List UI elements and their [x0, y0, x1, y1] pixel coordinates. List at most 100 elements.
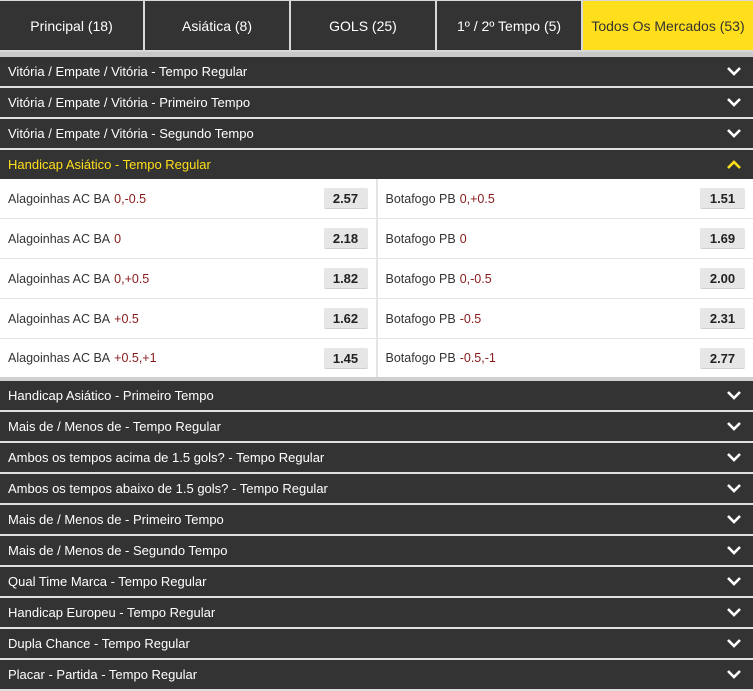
team-name: Botafogo PB [386, 272, 456, 286]
selection-label: Botafogo PB 0,+0.5 [386, 192, 495, 206]
market-header[interactable]: Handicap Europeu - Tempo Regular [0, 598, 753, 629]
market-header[interactable]: Qual Time Marca - Tempo Regular [0, 567, 753, 598]
tab-todos-os-mercados[interactable]: Todos Os Mercados (53) [583, 1, 753, 50]
tab-principal[interactable]: Principal (18) [0, 1, 145, 50]
team-name: Botafogo PB [386, 312, 456, 326]
handicap-value: 0,-0.5 [460, 272, 492, 286]
market-title: Mais de / Menos de - Primeiro Tempo [8, 512, 224, 527]
selection-away[interactable]: Botafogo PB -0.5 2.31 [378, 299, 753, 338]
chevron-down-icon[interactable] [723, 127, 745, 141]
team-name: Alagoinhas AC BA [8, 272, 110, 286]
market-header[interactable]: Dupla Chance - Tempo Regular [0, 629, 753, 660]
market-title: Ambos os tempos acima de 1.5 gols? - Tem… [8, 450, 324, 465]
team-name: Botafogo PB [386, 351, 456, 365]
chevron-down-icon[interactable] [723, 65, 745, 79]
market-list-top: Vitória / Empate / Vitória - Tempo Regul… [0, 57, 753, 150]
odds-button[interactable]: 2.31 [700, 308, 745, 329]
chevron-down-icon[interactable] [723, 420, 745, 434]
market-title: Qual Time Marca - Tempo Regular [8, 574, 206, 589]
odds-row: Alagoinhas AC BA+0.5,+1 1.45 Botafogo PB -0… [0, 339, 753, 377]
team-name: Alagoinhas AC BA [8, 232, 110, 246]
market-header[interactable]: Mais de / Menos de - Tempo Regular [0, 412, 753, 443]
chevron-down-icon[interactable] [723, 513, 745, 527]
odds-button[interactable]: 1.62 [324, 308, 368, 329]
handicap-value: 0,+0.5 [114, 272, 149, 286]
market-title: Vitória / Empate / Vitória - Segundo Tem… [8, 126, 254, 141]
selection-away[interactable]: Botafogo PB -0.5,-1 2.77 [378, 339, 753, 377]
chevron-down-icon[interactable] [723, 637, 745, 651]
selection-home[interactable]: Alagoinhas AC BA 0,+0.5 1.82 [0, 259, 378, 298]
market-title: Handicap Europeu - Tempo Regular [8, 605, 215, 620]
odds-button[interactable]: 1.45 [324, 348, 368, 369]
handicap-value: -0.5 [460, 312, 482, 326]
odds-row: Alagoinhas AC BA +0.5 1.62 Botafogo PB -0.5 2… [0, 299, 753, 339]
odds-row: Alagoinhas AC BA 0,+0.5 1.82 Botafogo PB 0,-… [0, 259, 753, 299]
tab-asiatica[interactable]: Asiática (8) [145, 1, 291, 50]
chevron-down-icon[interactable] [723, 544, 745, 558]
odds-button[interactable]: 2.00 [700, 268, 745, 289]
handicap-value: +0.5 [114, 312, 139, 326]
market-tabs: Principal (18) Asiática (8) GOLS (25) 1º… [0, 0, 753, 52]
selection-away[interactable]: Botafogo PB 0,+0.5 1.51 [378, 179, 753, 218]
chevron-down-icon[interactable] [723, 96, 745, 110]
chevron-down-icon[interactable] [723, 668, 745, 682]
handicap-value: 0 [460, 232, 467, 246]
market-header[interactable]: Placar - Partida - Tempo Regular [0, 660, 753, 691]
market-header[interactable]: Mais de / Menos de - Primeiro Tempo [0, 505, 753, 536]
market-header-open[interactable]: Handicap Asiático - Tempo Regular [0, 150, 753, 179]
selection-label: Alagoinhas AC BA+0.5,+1 [8, 351, 157, 365]
market-header[interactable]: Vitória / Empate / Vitória - Primeiro Te… [0, 88, 753, 119]
selection-away[interactable]: Botafogo PB 0,-0.5 2.00 [378, 259, 753, 298]
market-title: Ambos os tempos abaixo de 1.5 gols? - Te… [8, 481, 328, 496]
market-header[interactable]: Vitória / Empate / Vitória - Segundo Tem… [0, 119, 753, 150]
tab-primeiro-segundo-tempo[interactable]: 1º / 2º Tempo (5) [437, 1, 583, 50]
market-title: Mais de / Menos de - Segundo Tempo [8, 543, 227, 558]
team-name: Botafogo PB [386, 192, 456, 206]
selection-home[interactable]: Alagoinhas AC BA 0,-0.5 2.57 [0, 179, 378, 218]
selection-label: Botafogo PB -0.5 [386, 312, 482, 326]
team-name: Alagoinhas AC BA [8, 312, 110, 326]
team-name: Alagoinhas AC BA [8, 192, 110, 206]
chevron-down-icon[interactable] [723, 451, 745, 465]
market-title: Handicap Asiático - Tempo Regular [8, 157, 211, 172]
tab-gols[interactable]: GOLS (25) [291, 1, 437, 50]
odds-button[interactable]: 2.77 [700, 348, 745, 369]
selection-label: Alagoinhas AC BA 0,+0.5 [8, 272, 149, 286]
market-header[interactable]: Ambos os tempos abaixo de 1.5 gols? - Te… [0, 474, 753, 505]
market-header[interactable]: Ambos os tempos acima de 1.5 gols? - Tem… [0, 443, 753, 474]
selection-label: Alagoinhas AC BA +0.5 [8, 312, 139, 326]
chevron-up-icon[interactable] [723, 158, 745, 172]
team-name: Alagoinhas AC BA [8, 351, 110, 365]
odds-button[interactable]: 1.82 [324, 268, 368, 289]
odds-button[interactable]: 1.69 [700, 228, 745, 249]
handicap-value: 0,+0.5 [460, 192, 495, 206]
selection-label: Botafogo PB 0,-0.5 [386, 272, 492, 286]
handicap-value: 0,-0.5 [114, 192, 146, 206]
market-title: Vitória / Empate / Vitória - Primeiro Te… [8, 95, 250, 110]
odds-table: Alagoinhas AC BA 0,-0.5 2.57 Botafogo PB 0,+… [0, 179, 753, 377]
chevron-down-icon[interactable] [723, 606, 745, 620]
market-title: Placar - Partida - Tempo Regular [8, 667, 197, 682]
selection-label: Botafogo PB -0.5,-1 [386, 351, 496, 365]
odds-button[interactable]: 2.57 [324, 188, 368, 209]
market-title: Handicap Asiático - Primeiro Tempo [8, 388, 214, 403]
chevron-down-icon[interactable] [723, 389, 745, 403]
selection-away[interactable]: Botafogo PB01.69 [378, 219, 753, 258]
selection-home[interactable]: Alagoinhas AC BA 0 2.18 [0, 219, 378, 258]
market-title: Dupla Chance - Tempo Regular [8, 636, 190, 651]
selection-home[interactable]: Alagoinhas AC BA+0.5,+1 1.45 [0, 339, 378, 377]
chevron-down-icon[interactable] [723, 482, 745, 496]
odds-row: Alagoinhas AC BA02.18Botafogo PB01.69 [0, 219, 753, 259]
handicap-value: -0.5,-1 [460, 351, 496, 365]
odds-row: Alagoinhas AC BA 0,-0.5 2.57 Botafogo PB 0,+… [0, 179, 753, 219]
odds-button[interactable]: 1.51 [700, 188, 745, 209]
odds-button[interactable]: 2.18 [324, 228, 368, 249]
market-header[interactable]: Vitória / Empate / Vitória - Tempo Regul… [0, 57, 753, 88]
market-list-bottom: Handicap Asiático - Primeiro Tempo Mais d… [0, 381, 753, 691]
market-header[interactable]: Handicap Asiático - Primeiro Tempo [0, 381, 753, 412]
selection-home[interactable]: Alagoinhas AC BA +0.5 1.62 [0, 299, 378, 338]
market-title: Vitória / Empate / Vitória - Tempo Regul… [8, 64, 247, 79]
handicap-value: 0 [114, 232, 121, 246]
chevron-down-icon[interactable] [723, 575, 745, 589]
market-header[interactable]: Mais de / Menos de - Segundo Tempo [0, 536, 753, 567]
